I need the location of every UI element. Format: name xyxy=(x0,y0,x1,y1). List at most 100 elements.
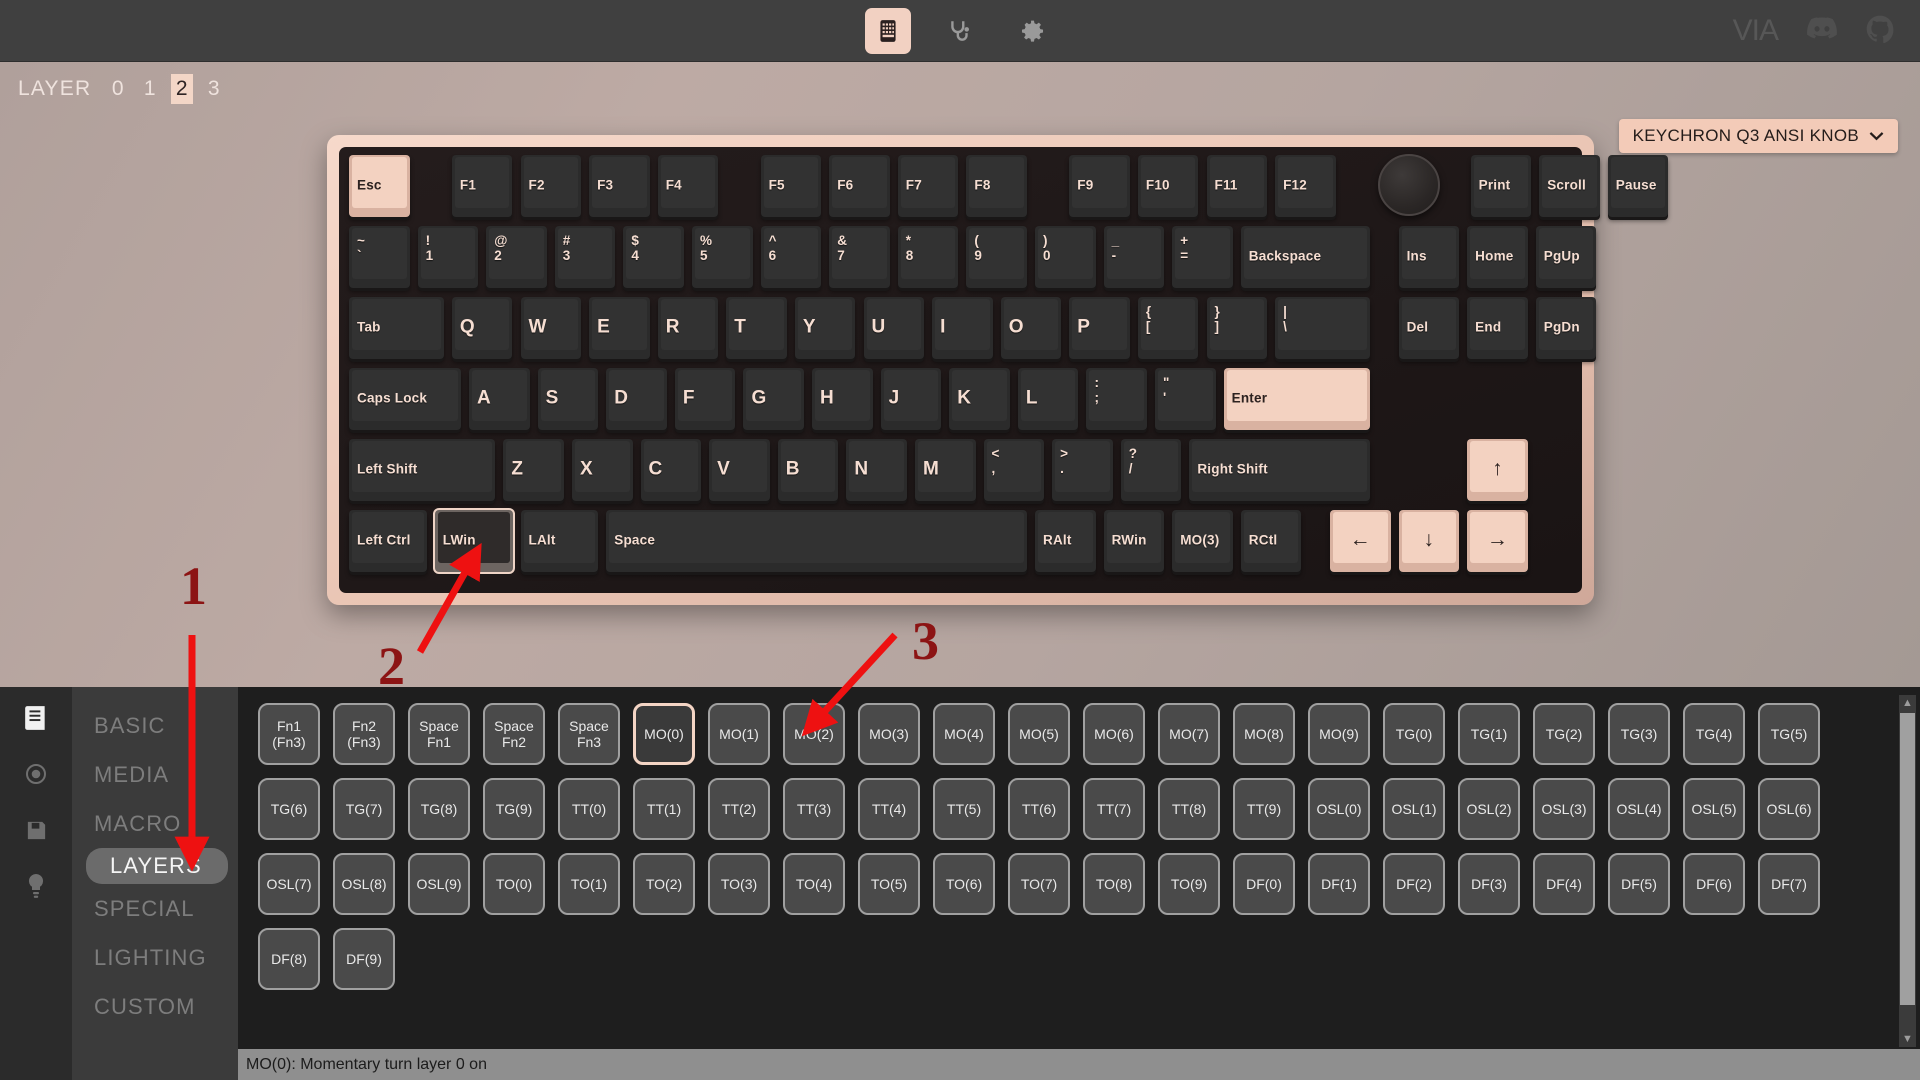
keycode-button[interactable]: DF(2) xyxy=(1383,853,1445,915)
keyboard-key[interactable]: ~ ` xyxy=(349,226,410,288)
keycode-button[interactable]: OSL(2) xyxy=(1458,778,1520,840)
keyboard-key[interactable]: < , xyxy=(983,439,1045,501)
keyboard-key[interactable]: M xyxy=(914,439,976,501)
scroll-up-arrow-icon[interactable]: ▲ xyxy=(1899,695,1916,711)
keyboard-key[interactable]: ^ 6 xyxy=(760,226,822,288)
keyboard-key[interactable]: : ; xyxy=(1086,368,1148,430)
keycode-button[interactable]: OSL(8) xyxy=(333,853,395,915)
scroll-down-arrow-icon[interactable]: ▼ xyxy=(1899,1031,1916,1047)
keycode-button[interactable]: TG(8) xyxy=(408,778,470,840)
menu-item-media[interactable]: MEDIA xyxy=(72,750,238,799)
keyboard-key[interactable]: Enter xyxy=(1223,368,1370,430)
keyboard-key[interactable]: F xyxy=(674,368,736,430)
keyboard-key[interactable]: " ' xyxy=(1155,368,1216,430)
keycode-button[interactable]: Space Fn1 xyxy=(408,703,470,765)
keycode-button[interactable]: TG(0) xyxy=(1383,703,1445,765)
keyboard-key[interactable]: K xyxy=(949,368,1010,430)
keycode-button[interactable]: TT(2) xyxy=(708,778,770,840)
keycode-button[interactable]: TO(0) xyxy=(483,853,545,915)
keycode-button[interactable]: DF(1) xyxy=(1308,853,1370,915)
keycode-button[interactable]: DF(0) xyxy=(1233,853,1295,915)
keyboard-key[interactable]: F7 xyxy=(897,155,959,217)
keycode-button[interactable]: TO(3) xyxy=(708,853,770,915)
keycode-button[interactable]: Space Fn2 xyxy=(483,703,545,765)
keyboard-key[interactable]: F12 xyxy=(1275,155,1336,217)
keycode-button[interactable]: Fn2 (Fn3) xyxy=(333,703,395,765)
keycode-button[interactable]: TO(4) xyxy=(783,853,845,915)
keyboard-key[interactable]: RCtl xyxy=(1240,510,1302,572)
keyboard-key[interactable]: F4 xyxy=(657,155,719,217)
keyboard-key[interactable]: RWin xyxy=(1103,510,1165,572)
layer-button-2[interactable]: 2 xyxy=(171,74,194,104)
keycode-button[interactable]: MO(8) xyxy=(1233,703,1295,765)
keyboard-key[interactable]: Right Shift xyxy=(1189,439,1370,501)
keycode-button[interactable]: OSL(7) xyxy=(258,853,320,915)
keyboard-key[interactable]: Ins xyxy=(1398,226,1460,288)
keyboard-key[interactable]: + = xyxy=(1172,226,1233,288)
keyboard-key[interactable]: { [ xyxy=(1137,297,1199,359)
keycode-button[interactable]: MO(3) xyxy=(858,703,920,765)
menu-item-lighting[interactable]: LIGHTING xyxy=(72,933,238,982)
keyboard-key[interactable]: Space xyxy=(606,510,1027,572)
keycode-button[interactable]: Fn1 (Fn3) xyxy=(258,703,320,765)
keyboard-key[interactable]: @ 2 xyxy=(486,226,547,288)
keyboard-key[interactable]: Del xyxy=(1398,297,1460,359)
keycode-button[interactable]: TG(5) xyxy=(1758,703,1820,765)
keyboard-key[interactable]: B xyxy=(777,439,839,501)
lightbulb-icon[interactable] xyxy=(21,871,51,901)
keyboard-key[interactable]: Q xyxy=(451,297,513,359)
keyboard-key[interactable]: S xyxy=(537,368,599,430)
keycode-button[interactable]: TO(8) xyxy=(1083,853,1145,915)
keycode-button[interactable]: TO(9) xyxy=(1158,853,1220,915)
keyboard-key[interactable]: F1 xyxy=(451,155,513,217)
keyboard-key[interactable]: End xyxy=(1467,297,1528,359)
keycode-button[interactable]: OSL(0) xyxy=(1308,778,1370,840)
keyboard-key[interactable]: A xyxy=(469,368,530,430)
keycode-button[interactable]: OSL(5) xyxy=(1683,778,1745,840)
keycode-button[interactable]: OSL(1) xyxy=(1383,778,1445,840)
keycode-button[interactable]: MO(9) xyxy=(1308,703,1370,765)
keycode-button[interactable]: OSL(3) xyxy=(1533,778,1595,840)
keycode-button[interactable]: OSL(9) xyxy=(408,853,470,915)
picker-scrollbar[interactable]: ▲ ▼ xyxy=(1899,695,1916,1047)
keycode-button[interactable]: TG(3) xyxy=(1608,703,1670,765)
keycode-button[interactable]: TO(5) xyxy=(858,853,920,915)
keyboard-key[interactable]: R xyxy=(657,297,719,359)
keyboard-key[interactable]: G xyxy=(743,368,805,430)
keyboard-key[interactable]: O xyxy=(1000,297,1062,359)
keycode-button[interactable]: MO(1) xyxy=(708,703,770,765)
menu-item-layers[interactable]: LAYERS xyxy=(86,848,228,884)
layer-button-3[interactable]: 3 xyxy=(203,74,225,104)
keycode-button[interactable]: DF(4) xyxy=(1533,853,1595,915)
keycode-button[interactable]: TO(7) xyxy=(1008,853,1070,915)
keycode-button[interactable]: Space Fn3 xyxy=(558,703,620,765)
keyboard-key[interactable]: J xyxy=(880,368,942,430)
keycode-button[interactable]: MO(4) xyxy=(933,703,995,765)
keyboard-key[interactable]: E xyxy=(589,297,650,359)
github-icon[interactable] xyxy=(1866,15,1894,48)
keyboard-key[interactable]: LAlt xyxy=(520,510,599,572)
keycode-button[interactable]: TT(9) xyxy=(1233,778,1295,840)
keyboard-key[interactable]: ? / xyxy=(1120,439,1182,501)
keycode-button[interactable]: TG(9) xyxy=(483,778,545,840)
keyboard-key[interactable]: % 5 xyxy=(692,226,753,288)
keyboard-key[interactable]: W xyxy=(520,297,582,359)
gear-icon[interactable] xyxy=(1009,8,1055,54)
save-icon[interactable] xyxy=(21,815,51,845)
keyboard-key[interactable]: I xyxy=(932,297,993,359)
keyboard-key[interactable]: H xyxy=(812,368,873,430)
keycode-button[interactable]: TG(4) xyxy=(1683,703,1745,765)
keyboard-key[interactable]: Home xyxy=(1467,226,1528,288)
keyboard-key[interactable]: RAlt xyxy=(1035,510,1096,572)
keyboard-key[interactable]: V xyxy=(709,439,770,501)
keyboard-key[interactable]: F10 xyxy=(1137,155,1199,217)
keyboard-key[interactable]: ← xyxy=(1329,510,1391,572)
keycode-button[interactable]: OSL(6) xyxy=(1758,778,1820,840)
keyboard-key[interactable]: Y xyxy=(794,297,856,359)
keycode-button[interactable]: DF(5) xyxy=(1608,853,1670,915)
keyboard-key[interactable]: ! 1 xyxy=(417,226,479,288)
keyboard-key[interactable]: D xyxy=(606,368,667,430)
keyboard-key[interactable]: F11 xyxy=(1206,155,1268,217)
keycode-button[interactable]: MO(7) xyxy=(1158,703,1220,765)
keyboard-key[interactable]: F2 xyxy=(520,155,582,217)
